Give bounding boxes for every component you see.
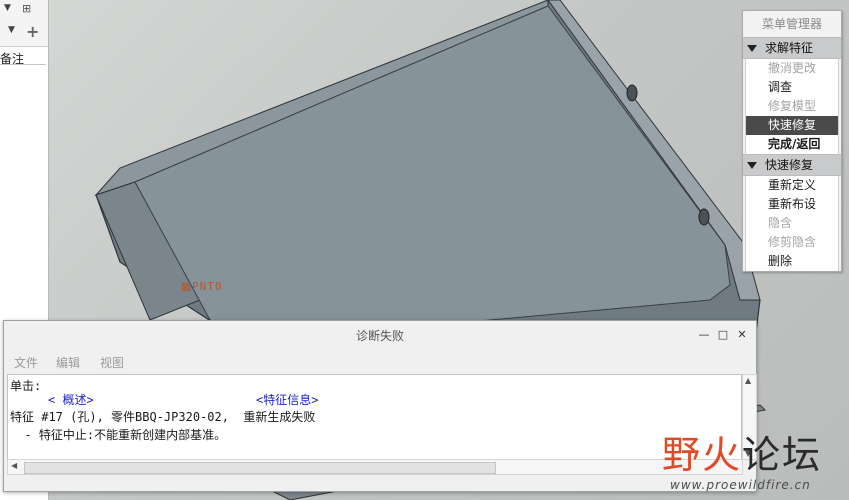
maximize-icon[interactable]: □ bbox=[717, 329, 729, 341]
diagnose-failure-dialog: 诊断失败 — □ ✕ 文件 编辑 视图 单击: < 概述> <特征信息> 特征 … bbox=[3, 320, 757, 492]
menu-section-label: 求解特征 bbox=[765, 41, 814, 55]
menu-item-clip-suppress: 修剪隐含 bbox=[768, 235, 817, 249]
menu-section-resolve-feature[interactable]: 求解特征 bbox=[743, 37, 841, 59]
tree-settings-icon[interactable]: ⊞ bbox=[22, 2, 31, 15]
collapse-triangle-icon bbox=[747, 162, 757, 169]
menu-view[interactable]: 视图 bbox=[100, 354, 124, 371]
menu-item-fix-model: 修复模型 bbox=[768, 99, 817, 113]
collapse-triangle-icon bbox=[747, 45, 757, 52]
menu-item-reroute[interactable]: 重新布设 bbox=[746, 195, 838, 214]
minimize-icon[interactable]: — bbox=[698, 329, 710, 341]
watermark-text-left: 野火 bbox=[662, 433, 743, 477]
dialog-title: 诊断失败 bbox=[355, 329, 404, 343]
chevron-down-icon[interactable]: ▼ bbox=[4, 3, 11, 13]
dialog-menubar: 文件 编辑 视图 bbox=[4, 351, 756, 373]
menu-file[interactable]: 文件 bbox=[14, 354, 38, 371]
menu-item-undo-changes: 撤消更改 bbox=[768, 61, 817, 75]
forum-watermark: 野火论坛 www.proewildfire.cn bbox=[662, 418, 842, 498]
horizontal-scroll-thumb[interactable] bbox=[24, 462, 496, 474]
scroll-up-icon[interactable]: ▲ bbox=[745, 376, 751, 385]
close-icon[interactable]: ✕ bbox=[736, 329, 748, 341]
menu-section-quick-fix[interactable]: 快速修复 bbox=[743, 154, 841, 176]
menu-item-redefine[interactable]: 重新定义 bbox=[746, 176, 838, 195]
add-icon[interactable]: + bbox=[26, 22, 39, 41]
menu-manager-title: 菜单管理器 bbox=[761, 17, 822, 31]
menu-item-delete[interactable]: 删除 bbox=[746, 252, 838, 271]
watermark-url: www.proewildfire.cn bbox=[670, 478, 811, 492]
menu-item-investigate[interactable]: 调查 bbox=[746, 78, 838, 97]
watermark-text-right: 论坛 bbox=[742, 433, 823, 477]
divider bbox=[0, 64, 46, 65]
failure-detail: - 特征中止:不能重新创建内部基准。 bbox=[10, 428, 227, 442]
horizontal-scrollbar[interactable]: ◀ bbox=[7, 459, 743, 475]
menu-item-quick-fix[interactable]: 快速修复 bbox=[746, 116, 838, 135]
diagnostic-text-area[interactable]: 单击: < 概述> <特征信息> 特征 #17 (孔), 零件BBQ-JP320… bbox=[7, 374, 742, 460]
dialog-titlebar[interactable]: 诊断失败 — □ ✕ bbox=[4, 321, 756, 351]
resolve-feature-list: 撤消更改 调查 修复模型 快速修复 完成/返回 bbox=[745, 59, 839, 154]
menu-item-done-return[interactable]: 完成/返回 bbox=[746, 135, 838, 154]
failure-message: 特征 #17 (孔), 零件BBQ-JP320-02, 重新生成失败 bbox=[10, 410, 316, 424]
quick-fix-list: 重新定义 重新布设 隐含 修剪隐含 删除 bbox=[745, 176, 839, 271]
model-tree-toolbar: ▼ ⊞ ▼ + bbox=[0, 0, 48, 47]
overview-link[interactable]: < 概述> bbox=[48, 391, 94, 408]
menu-section-label: 快速修复 bbox=[765, 158, 814, 172]
menu-edit[interactable]: 编辑 bbox=[56, 354, 80, 371]
dropdown-arrow-icon[interactable]: ▼ bbox=[8, 25, 15, 35]
menu-item-suppress: 隐含 bbox=[768, 216, 793, 230]
datum-point-label: PNT0 bbox=[192, 280, 223, 293]
watermark-logo: 野火论坛 bbox=[662, 424, 822, 479]
click-label: 单击: bbox=[10, 379, 42, 393]
feature-info-link[interactable]: <特征信息> bbox=[256, 391, 318, 408]
scroll-left-icon[interactable]: ◀ bbox=[11, 461, 17, 470]
menu-manager: 菜单管理器 求解特征 撤消更改 调查 修复模型 快速修复 完成/返回 快速修复 … bbox=[742, 10, 842, 272]
